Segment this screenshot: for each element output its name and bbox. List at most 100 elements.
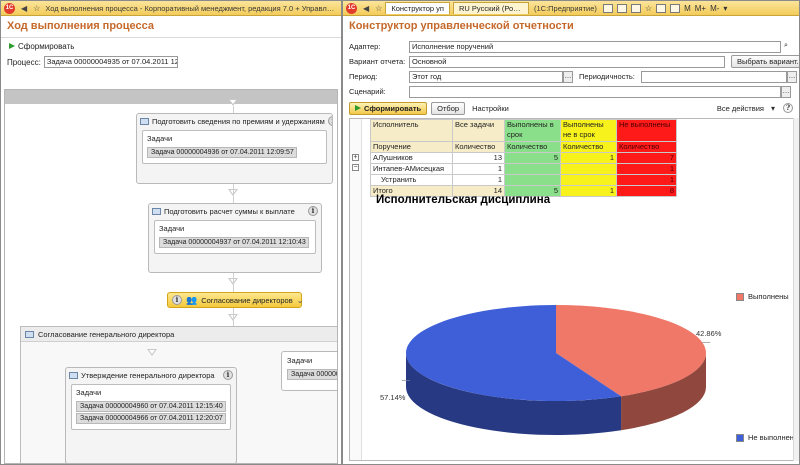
print-icon[interactable] bbox=[616, 3, 627, 13]
task-item[interactable]: Задача 0000000 bbox=[287, 369, 337, 380]
adapter-input[interactable]: Исполнение поручений bbox=[409, 40, 781, 53]
memory-add-button[interactable]: M+ bbox=[695, 4, 706, 13]
process-map-start-bar bbox=[5, 90, 337, 104]
help-button[interactable]: ? bbox=[783, 103, 793, 113]
save-icon[interactable] bbox=[602, 3, 613, 13]
calculator-icon[interactable] bbox=[670, 3, 681, 13]
back-arrow-icon[interactable]: ◀ bbox=[363, 4, 369, 13]
report-builder-window: 1С ◀ ☆ Конструктор уп RU Русский (Россия… bbox=[342, 0, 800, 465]
process-node-side-tasks[interactable]: Задачи Задача 0000000 bbox=[281, 351, 337, 391]
legend-swatch bbox=[736, 292, 744, 301]
search-icon[interactable]: ⌕ bbox=[781, 41, 791, 53]
task-item[interactable]: Задача 00000004960 от 07.04.2011 12:15:4… bbox=[76, 401, 226, 412]
variant-input[interactable]: Основной bbox=[409, 55, 725, 68]
period-choose-button[interactable]: … bbox=[563, 70, 573, 83]
process-window: 1С ◀ ☆ Ход выполнения процесса - Корпора… bbox=[0, 0, 342, 465]
scenario-row: Сценарий: … bbox=[349, 85, 791, 98]
process-node-ceo-approval[interactable]: Утверждение генерального директора i Зад… bbox=[65, 367, 237, 463]
scenario-choose-button[interactable]: … bbox=[781, 85, 791, 98]
calendar-icon[interactable] bbox=[656, 3, 667, 13]
node-title: Подготовить расчет суммы к выплате bbox=[164, 206, 295, 216]
node-tasks: Задачи Задача 00000004936 от 07.04.2011 … bbox=[142, 130, 327, 164]
task-item[interactable]: Задача 00000004966 от 07.04.2011 12:20:0… bbox=[76, 413, 226, 424]
info-icon[interactable]: i bbox=[327, 116, 332, 126]
periodicity-input[interactable] bbox=[641, 70, 787, 83]
choose-variant-button[interactable]: Выбрать вариант... bbox=[731, 55, 799, 68]
expand-chevron-icon[interactable]: ⌄ bbox=[297, 296, 304, 305]
flow-arrow-icon bbox=[147, 349, 157, 356]
play-icon bbox=[9, 43, 15, 49]
task-item[interactable]: Задача 00000004937 от 07.04.2011 12:10:4… bbox=[159, 237, 309, 248]
legend-item-done: Выполнены bbox=[736, 292, 789, 301]
generate-button[interactable]: Сформировать bbox=[9, 42, 74, 51]
all-actions-menu[interactable]: Все действия bbox=[714, 104, 767, 113]
app-name-label: (1С:Предприятие) bbox=[534, 3, 597, 13]
info-icon[interactable]: i bbox=[308, 206, 318, 216]
process-node-bonus-info[interactable]: Подготовить сведения по премиям и удержа… bbox=[136, 113, 333, 184]
period-row: Период: Этот год … Периодичность: … bbox=[349, 70, 797, 83]
group-node-icon bbox=[25, 330, 34, 338]
app-logo-icon: 1С bbox=[4, 2, 15, 14]
slice-label-done: 42.86% bbox=[696, 329, 722, 338]
chevron-down-icon[interactable]: ▾ bbox=[771, 104, 775, 113]
period-input[interactable]: Этот год bbox=[409, 70, 563, 83]
node-header: Утверждение генерального директора i bbox=[66, 368, 236, 382]
flow-line bbox=[233, 308, 234, 326]
process-window-titlebar: 1С ◀ ☆ Ход выполнения процесса - Корпора… bbox=[1, 1, 341, 16]
memory-subtract-button[interactable]: M- bbox=[710, 4, 719, 13]
star-icon[interactable]: ☆ bbox=[375, 4, 382, 13]
flow-line bbox=[233, 273, 234, 292]
node-title: Согласование директоров bbox=[201, 295, 293, 305]
scenario-input[interactable] bbox=[409, 85, 781, 98]
process-map[interactable]: Подготовить сведения по премиям и удержа… bbox=[4, 89, 338, 464]
flow-line bbox=[233, 184, 234, 204]
node-header: Подготовить расчет суммы к выплате i bbox=[149, 204, 321, 218]
process-group-general-director[interactable]: Согласование генерального директора Утве… bbox=[20, 326, 337, 463]
process-input[interactable]: Задача 00000004935 от 07.04.2011 12:09:4… bbox=[43, 56, 178, 68]
legend-swatch bbox=[736, 433, 744, 442]
back-arrow-icon[interactable]: ◀ bbox=[21, 4, 27, 13]
variant-label: Вариант отчета: bbox=[349, 57, 406, 66]
node-header: Подготовить сведения по премиям и удержа… bbox=[137, 114, 332, 128]
adapter-row: Адаптер: Исполнение поручений ⌕ bbox=[349, 40, 791, 53]
generate-report-label: Сформировать bbox=[364, 103, 422, 113]
process-toolbar: Сформировать bbox=[1, 38, 341, 54]
process-heading: Ход выполнения процесса bbox=[1, 16, 341, 38]
settings-link[interactable]: Настройки bbox=[469, 104, 512, 113]
tasks-label: Задачи bbox=[76, 388, 102, 397]
generate-report-button[interactable]: Сформировать bbox=[349, 101, 428, 115]
generate-button-label: Сформировать bbox=[18, 41, 75, 51]
legend-label: Выполнены bbox=[748, 292, 789, 301]
task-item[interactable]: Задача 00000004936 от 07.04.2011 12:09:5… bbox=[147, 147, 297, 158]
period-label: Период: bbox=[349, 72, 378, 81]
legend-label: Не выполнены bbox=[748, 433, 795, 442]
tab-report-builder[interactable]: Конструктор уп bbox=[385, 2, 450, 14]
process-node-directors-approval[interactable]: i 👥 Согласование директоров ⌄ bbox=[167, 292, 304, 308]
info-icon[interactable]: i bbox=[172, 295, 182, 305]
task-node-icon bbox=[69, 371, 78, 379]
copy-icon[interactable] bbox=[630, 3, 641, 13]
vertical-scrollbar[interactable] bbox=[793, 118, 799, 461]
node-tasks: Задачи Задача 00000004937 от 07.04.2011 … bbox=[154, 220, 316, 254]
selection-button[interactable]: Отбор bbox=[431, 101, 466, 115]
info-icon[interactable]: i bbox=[223, 370, 233, 380]
window-menu-icon[interactable]: ▾ bbox=[723, 4, 727, 13]
group-users-icon: 👥 bbox=[186, 294, 198, 305]
adapter-label: Адаптер: bbox=[349, 42, 381, 51]
tasks-label: Задачи bbox=[287, 356, 313, 365]
group-header: Согласование генерального директора bbox=[21, 327, 337, 342]
language-indicator[interactable]: RU Русский (Россия) bbox=[453, 2, 529, 14]
variant-row: Вариант отчета: Основной Выбрать вариант… bbox=[349, 55, 799, 68]
report-window-titlebar: 1С ◀ ☆ Конструктор уп RU Русский (Россия… bbox=[343, 1, 799, 16]
process-label: Процесс: bbox=[7, 57, 41, 67]
memory-button[interactable]: M bbox=[684, 4, 691, 13]
report-heading: Конструктор управленческой отчетности bbox=[349, 20, 574, 32]
app-logo-icon: 1С bbox=[346, 2, 357, 14]
process-node-payment-calc[interactable]: Подготовить расчет суммы к выплате i Зад… bbox=[148, 203, 322, 273]
star-icon[interactable]: ☆ bbox=[645, 4, 652, 13]
task-node-icon bbox=[140, 117, 149, 125]
legend-item-not-done: Не выполнены bbox=[736, 433, 795, 442]
periodicity-choose-button[interactable]: … bbox=[787, 70, 797, 83]
star-icon[interactable]: ☆ bbox=[33, 4, 40, 13]
report-output[interactable]: + − Исполнитель Все задачи Выполнены в с… bbox=[349, 118, 795, 461]
